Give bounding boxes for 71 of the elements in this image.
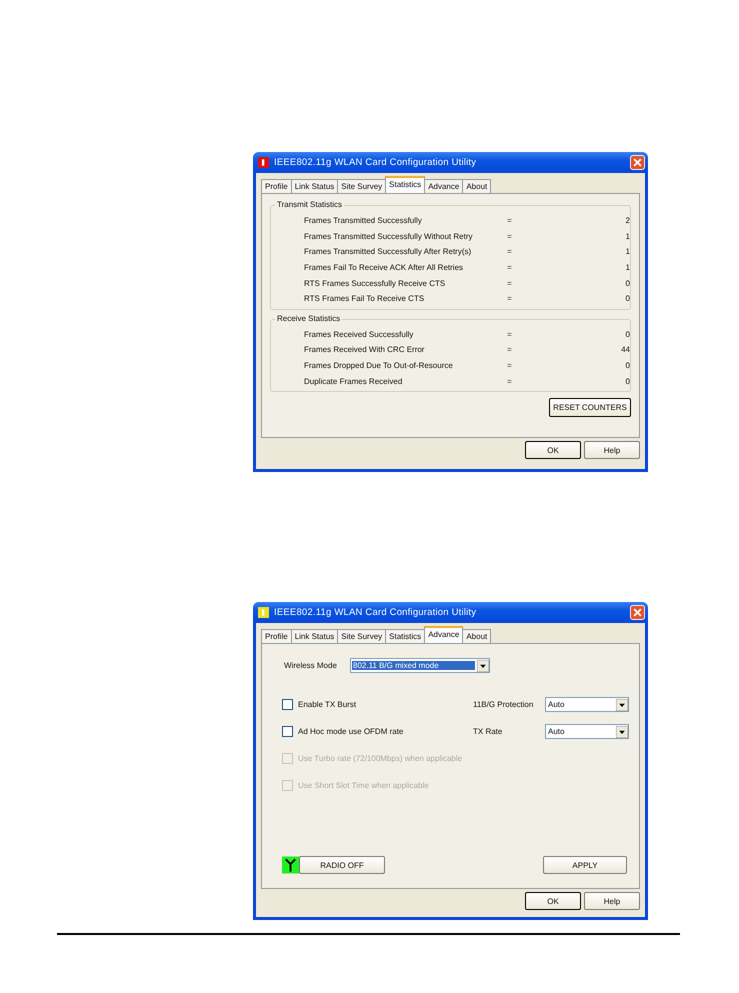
stat-value: 1: [624, 232, 630, 241]
tab[interactable]: Advance: [424, 179, 464, 193]
stat-label: Frames Fail To Receive ACK After All Retries: [303, 263, 464, 272]
stat-value: 1: [624, 263, 630, 272]
tab[interactable]: About: [462, 179, 492, 193]
equals-sign: =: [507, 263, 513, 272]
equals-sign: =: [507, 278, 513, 288]
dropdown-arrow-icon[interactable]: [477, 660, 489, 672]
option-label: Use Turbo rate (72/100Mbps) when applicable: [298, 754, 462, 763]
option-label: Ad Hoc mode use OFDM rate: [298, 727, 404, 736]
stat-value: 44: [620, 345, 630, 354]
stat-value: 1: [624, 247, 630, 256]
field-label: Wireless Mode: [284, 661, 338, 670]
stat-value: 2: [624, 216, 630, 226]
checkbox[interactable]: [282, 699, 293, 710]
equals-sign: =: [507, 294, 513, 304]
stat-value: 0: [624, 294, 630, 304]
radio-off-button[interactable]: RADIO OFF: [299, 856, 385, 874]
stat-label: Duplicate Frames Received: [303, 376, 404, 386]
equals-sign: =: [507, 376, 513, 386]
option-label: Enable TX Burst: [298, 700, 356, 709]
tab[interactable]: Statistics: [385, 176, 426, 193]
group-title: Transmit Statistics: [275, 200, 344, 209]
stat-value: 0: [624, 376, 630, 386]
close-icon[interactable]: [630, 605, 645, 620]
dropdown-arrow-icon[interactable]: [616, 726, 628, 738]
equals-sign: =: [507, 330, 513, 339]
stat-value: 0: [624, 330, 630, 339]
antenna-icon: [282, 856, 299, 874]
wireless-mode-dropdown[interactable]: 802.11 B/G mixed mode: [350, 658, 490, 673]
close-icon[interactable]: [630, 155, 645, 170]
dialog-button[interactable]: OK: [525, 892, 581, 910]
dialog-button[interactable]: Help: [584, 441, 640, 459]
equals-sign: =: [507, 345, 513, 354]
stat-label: RTS Frames Successfully Receive CTS: [303, 278, 446, 288]
tab[interactable]: Site Survey: [337, 179, 386, 193]
tab[interactable]: About: [462, 629, 492, 643]
stat-label: Frames Dropped Due To Out-of-Resource: [303, 361, 454, 370]
window-title: IEEE802.11g WLAN Card Configuration Utility: [274, 157, 478, 168]
tab[interactable]: Profile: [261, 179, 292, 193]
dialog-button[interactable]: Help: [584, 892, 640, 910]
stat-value: 0: [624, 361, 630, 370]
equals-sign: =: [507, 361, 513, 370]
stat-label: Frames Transmitted Successfully: [303, 216, 423, 226]
dropdown[interactable]: Auto: [545, 724, 629, 739]
apply-button[interactable]: APPLY: [543, 856, 627, 874]
stat-label: Frames Received With CRC Error: [303, 345, 426, 354]
tab[interactable]: Link Status: [290, 179, 338, 193]
group-title: Receive Statistics: [275, 314, 342, 323]
tab[interactable]: Site Survey: [337, 629, 386, 643]
tab[interactable]: Statistics: [385, 629, 426, 643]
dropdown-arrow-icon[interactable]: [616, 698, 628, 710]
tab[interactable]: Link Status: [290, 629, 338, 643]
stat-label: RTS Frames Fail To Receive CTS: [303, 294, 426, 304]
dialog-button[interactable]: OK: [525, 441, 581, 459]
dropdown[interactable]: Auto: [545, 697, 629, 712]
field-label: 11B/G Protection: [473, 700, 534, 709]
reset-counters-button[interactable]: RESET COUNTERS: [549, 398, 631, 417]
tab[interactable]: Profile: [261, 629, 292, 643]
stat-label: Frames Transmitted Successfully Without Retry: [303, 232, 474, 241]
field-label: TX Rate: [473, 727, 504, 736]
stat-label: Frames Received Successfully: [303, 330, 414, 339]
stat-label: Frames Transmitted Successfully After Retry(s): [303, 247, 472, 256]
tab[interactable]: Advance: [424, 626, 464, 643]
equals-sign: =: [507, 216, 513, 226]
equals-sign: =: [507, 247, 513, 256]
checkbox[interactable]: [282, 726, 293, 737]
stat-value: 0: [624, 278, 630, 288]
option-label: Use Short Slot Time when applicable: [298, 781, 429, 790]
equals-sign: =: [507, 232, 513, 241]
window-title: IEEE802.11g WLAN Card Configuration Utility: [274, 607, 478, 618]
